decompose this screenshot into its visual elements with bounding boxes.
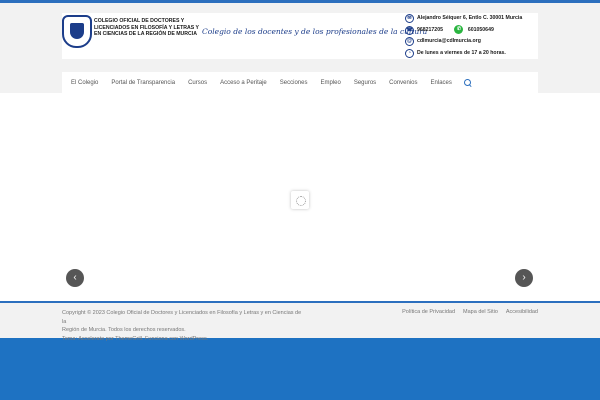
mail-icon: ✉ [405,14,414,23]
whatsapp-icon: ✆ [454,24,464,34]
nav-item-seguros[interactable]: Seguros [347,80,382,86]
footer-links: Política de Privacidad Mapa del Sitio Ac… [402,309,538,315]
nav-item-cursos[interactable]: Cursos [182,80,214,86]
nav-item-acceso-peritaje[interactable]: Acceso a Peritaje [214,80,274,86]
contact-hours: ◔ De lunes a viernes de 17 a 20 horas. [405,48,538,60]
footer-copyright: Copyright © 2023 Colegio Oficial de Doct… [62,309,302,343]
nav-item-empleo[interactable]: Empleo [314,80,347,86]
slider-next-button[interactable]: › [515,269,533,287]
loading-spinner-icon [291,191,309,209]
footer-link-privacy[interactable]: Política de Privacidad [402,309,455,315]
college-crest-icon[interactable] [62,15,92,48]
nav-item-secciones[interactable]: Secciones [273,80,314,86]
contact-info: ✉ Alejandro Séiquer 6, Entlo C. 30001 Mu… [405,13,538,59]
clock-icon: ◔ [405,48,414,58]
main-navigation: El Colegio Portal de Transparencia Curso… [62,72,538,93]
phone-text[interactable]: 968217205 [417,27,443,33]
nav-item-portal-transparencia[interactable]: Portal de Transparencia [105,80,182,86]
copyright-line: Región de Murcia. Todos los derechos res… [62,327,186,333]
at-icon: @ [405,37,414,46]
phone-icon: ☎ [405,25,414,35]
contact-email: @ cdlmurcia@cdlmurcia.org [405,36,538,48]
slider-prev-button[interactable]: ‹ [66,269,84,287]
theme-credits: Tema: Accelerate por ThemeGrill. Funcion… [62,335,209,342]
tagline: Colegio de los docentes y de los profesi… [202,27,428,36]
college-name[interactable]: COLEGIO OFICIAL DE DOCTORES Y LICENCIADO… [94,18,200,38]
nav-item-enlaces[interactable]: Enlaces [424,80,458,86]
email-text[interactable]: cdlmurcia@cdlmurcia.org [417,38,481,44]
copyright-line: Copyright © 2023 Colegio Oficial de Doct… [62,310,302,325]
slider: ‹ › [0,93,600,301]
contact-address: ✉ Alejandro Séiquer 6, Entlo C. 30001 Mu… [405,13,538,25]
nav-item-el-colegio[interactable]: El Colegio [62,80,105,86]
college-name-line: COLEGIO OFICIAL DE DOCTORES Y [94,18,185,24]
nav-item-convenios[interactable]: Convenios [383,80,424,86]
hours-text: De lunes a viernes de 17 a 20 horas. [417,49,506,56]
college-name-line: EN CIENCIAS DE LA REGIÓN DE MURCIA [94,31,197,37]
footer: Copyright © 2023 Colegio Oficial de Doct… [0,301,600,342]
header-banner: COLEGIO OFICIAL DE DOCTORES Y LICENCIADO… [62,13,538,59]
search-icon[interactable] [464,78,472,87]
address-text: Alejandro Séiquer 6, Entlo C. 30001 Murc… [417,15,523,21]
whatsapp-text[interactable]: 601050649 [468,27,494,33]
contact-phones: ☎ 968217205 ✆ 601050649 [405,24,538,37]
footer-link-sitemap[interactable]: Mapa del Sitio [463,309,498,315]
footer-link-accessibility[interactable]: Accesibilidad [506,309,538,315]
